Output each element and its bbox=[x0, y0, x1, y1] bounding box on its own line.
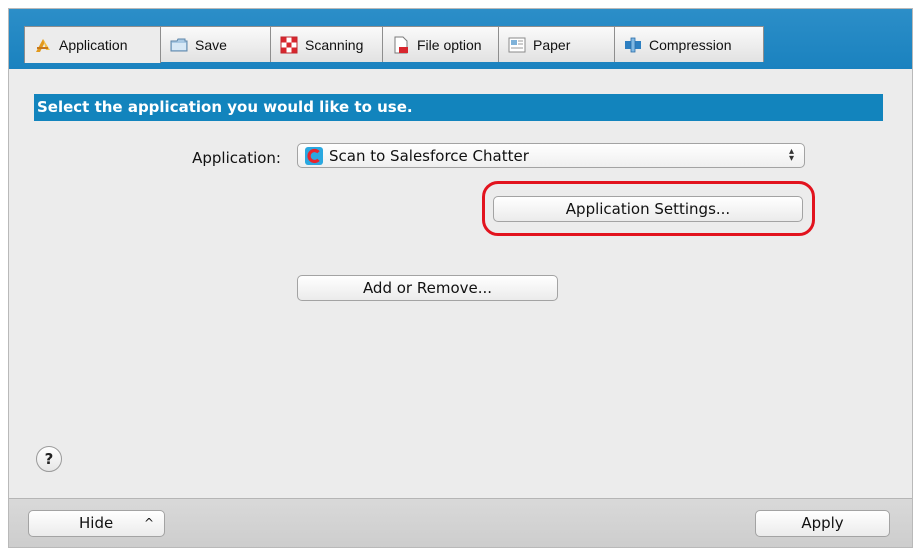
application-select-value: Scan to Salesforce Chatter bbox=[329, 146, 529, 165]
folder-icon bbox=[170, 36, 188, 54]
file-icon bbox=[392, 36, 410, 54]
paper-icon bbox=[508, 36, 526, 54]
application-select[interactable]: Scan to Salesforce Chatter ▴ ▾ bbox=[297, 143, 805, 168]
chevron-up-icon: ^ bbox=[144, 516, 155, 530]
help-button[interactable]: ? bbox=[36, 446, 62, 472]
application-label: Application: bbox=[192, 149, 281, 167]
apply-button[interactable]: Apply bbox=[755, 510, 890, 537]
tab-save[interactable]: Save bbox=[160, 26, 271, 62]
footer-bar: Hide ^ Apply bbox=[9, 498, 912, 547]
select-arrows-icon: ▴ ▾ bbox=[788, 146, 794, 164]
tab-bar: Application Save Scanning File option Pa… bbox=[9, 9, 912, 69]
tab-save-label: Save bbox=[195, 36, 227, 53]
tab-list: Application Save Scanning File option Pa… bbox=[24, 26, 764, 63]
tab-application[interactable]: Application bbox=[24, 26, 161, 63]
scanning-icon bbox=[280, 36, 298, 54]
instruction-banner: Select the application you would like to… bbox=[34, 94, 883, 121]
tab-scanning[interactable]: Scanning bbox=[270, 26, 383, 62]
compression-icon bbox=[624, 36, 642, 54]
tab-file-option-label: File option bbox=[417, 36, 482, 53]
add-or-remove-button[interactable]: Add or Remove... bbox=[297, 275, 558, 301]
application-settings-button[interactable]: Application Settings... bbox=[493, 196, 803, 222]
tab-compression[interactable]: Compression bbox=[614, 26, 764, 62]
hide-button[interactable]: Hide ^ bbox=[28, 510, 165, 537]
application-icon bbox=[34, 36, 52, 54]
tab-scanning-label: Scanning bbox=[305, 36, 364, 53]
application-panel: Select the application you would like to… bbox=[9, 69, 912, 498]
hide-button-label: Hide bbox=[79, 514, 114, 532]
scan-settings-window: Application Save Scanning File option Pa… bbox=[8, 8, 913, 548]
tab-application-label: Application bbox=[59, 37, 128, 53]
salesforce-chatter-icon bbox=[305, 146, 323, 165]
tab-paper[interactable]: Paper bbox=[498, 26, 615, 62]
tab-file-option[interactable]: File option bbox=[382, 26, 499, 62]
tab-paper-label: Paper bbox=[533, 36, 571, 53]
tab-compression-label: Compression bbox=[649, 36, 732, 53]
